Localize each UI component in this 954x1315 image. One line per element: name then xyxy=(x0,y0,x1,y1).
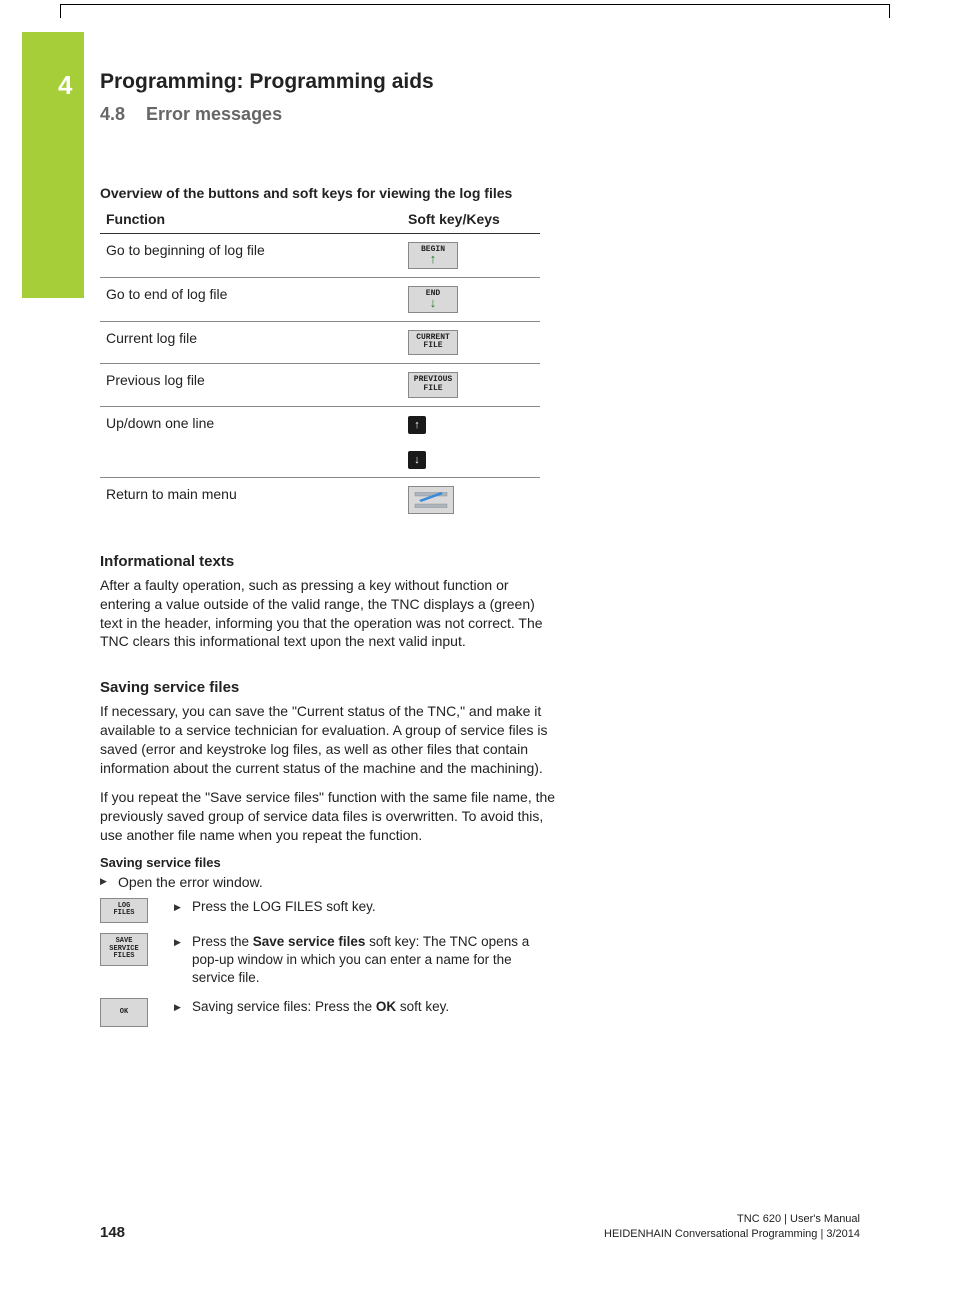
t: Save service files xyxy=(253,934,366,949)
step-open-error: Open the error window. xyxy=(100,874,860,890)
softkey-begin: BEGIN ↑ xyxy=(408,242,458,269)
heading-saving: Saving service files xyxy=(100,679,860,696)
th-function: Function xyxy=(100,207,402,234)
step-text: Press the Save service files soft key: T… xyxy=(174,933,554,988)
t: LOG FILES soft key. xyxy=(253,899,376,914)
arrow-down-icon: ↓ xyxy=(413,299,453,309)
cell-function: Go to end of log file xyxy=(100,277,402,321)
cell-key: ↑ ↓ xyxy=(402,406,540,477)
step-key: OK xyxy=(100,998,150,1028)
footer-text: TNC 620 | User's Manual HEIDENHAIN Conve… xyxy=(604,1212,860,1241)
footer-line-2: HEIDENHAIN Conversational Programming | … xyxy=(604,1227,860,1241)
t: Saving service files: Press the xyxy=(192,999,376,1014)
cell-key: END ↓ xyxy=(402,277,540,321)
table-row: Previous log file PREVIOUSFILE xyxy=(100,364,540,407)
step-key: LOGFILES xyxy=(100,898,150,923)
cell-key: BEGIN ↑ xyxy=(402,234,540,278)
page-content: Programming: Programming aids 4.8Error m… xyxy=(100,70,860,1037)
step-key: SAVESERVICEFILES xyxy=(100,933,150,966)
softkey-end: END ↓ xyxy=(408,286,458,313)
step-row: LOGFILES Press the LOG FILES soft key. xyxy=(100,898,860,923)
step-row: OK Saving service files: Press the OK so… xyxy=(100,998,860,1028)
cell-function: Up/down one line xyxy=(100,406,402,477)
footer-line-1: TNC 620 | User's Manual xyxy=(604,1212,860,1226)
table-caption: Overview of the buttons and soft keys fo… xyxy=(100,185,860,201)
softkey-return xyxy=(408,486,454,514)
table-row: Go to beginning of log file BEGIN ↑ xyxy=(100,234,540,278)
table-row: Up/down one line ↑ ↓ xyxy=(100,406,540,477)
t: Press the xyxy=(192,899,253,914)
t: soft key. xyxy=(396,999,449,1014)
key-arrow-up: ↑ xyxy=(408,416,426,434)
step-item: Saving service files: Press the OK soft … xyxy=(174,998,554,1016)
softkey-current-file: CURRENTFILE xyxy=(408,330,458,356)
arrow-up-icon: ↑ xyxy=(413,255,453,265)
cell-function: Return to main menu xyxy=(100,477,402,525)
para-saving-1: If necessary, you can save the "Current … xyxy=(100,702,560,778)
step-item: Press the Save service files soft key: T… xyxy=(174,933,554,988)
cell-function: Current log file xyxy=(100,321,402,364)
softkey-table: Function Soft key/Keys Go to beginning o… xyxy=(100,207,540,525)
table-row: Current log file CURRENTFILE xyxy=(100,321,540,364)
return-icon xyxy=(413,492,449,508)
t: OK xyxy=(376,999,396,1014)
key-arrow-down: ↓ xyxy=(408,451,426,469)
cell-key xyxy=(402,477,540,525)
softkey-log-files: LOGFILES xyxy=(100,898,148,923)
softkey-save-service-files: SAVESERVICEFILES xyxy=(100,933,148,966)
step-item: Press the LOG FILES soft key. xyxy=(174,898,554,916)
subheading-saving: Saving service files xyxy=(100,855,860,870)
cell-key: CURRENTFILE xyxy=(402,321,540,364)
cell-function: Previous log file xyxy=(100,364,402,407)
t: Press the xyxy=(192,934,253,949)
step-text: Saving service files: Press the OK soft … xyxy=(174,998,554,1016)
chapter-number: 4 xyxy=(58,70,72,101)
crop-mark-right xyxy=(889,4,890,18)
table-row: Return to main menu xyxy=(100,477,540,525)
th-softkey: Soft key/Keys xyxy=(402,207,540,234)
para-informational: After a faulty operation, such as pressi… xyxy=(100,576,560,652)
section-number: 4.8 xyxy=(100,104,146,125)
table-row: Go to end of log file END ↓ xyxy=(100,277,540,321)
crop-mark-top xyxy=(60,4,890,5)
step-text: Press the LOG FILES soft key. xyxy=(174,898,554,916)
softkey-ok: OK xyxy=(100,998,148,1028)
step-row: SAVESERVICEFILES Press the Save service … xyxy=(100,933,860,988)
chapter-tab xyxy=(22,32,84,298)
page-number: 148 xyxy=(100,1224,125,1241)
cell-function: Go to beginning of log file xyxy=(100,234,402,278)
softkey-previous-file: PREVIOUSFILE xyxy=(408,372,458,398)
step-list-open: Open the error window. xyxy=(100,874,860,890)
section-name: Error messages xyxy=(146,104,282,124)
heading-informational: Informational texts xyxy=(100,553,860,570)
section-title: 4.8Error messages xyxy=(100,104,860,125)
cell-key: PREVIOUSFILE xyxy=(402,364,540,407)
page-footer: 148 TNC 620 | User's Manual HEIDENHAIN C… xyxy=(100,1212,860,1241)
para-saving-2: If you repeat the "Save service files" f… xyxy=(100,788,560,845)
chapter-title: Programming: Programming aids xyxy=(100,70,860,94)
crop-mark-left xyxy=(60,4,61,18)
